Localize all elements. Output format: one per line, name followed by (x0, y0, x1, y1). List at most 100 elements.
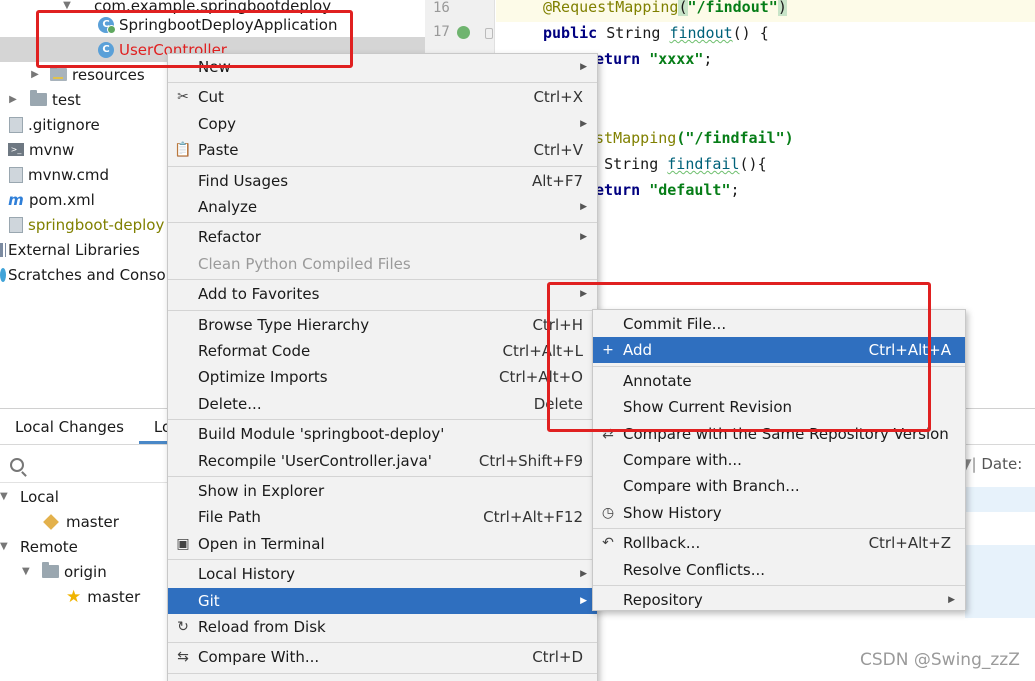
submenu-arrow-icon: ▶ (580, 118, 587, 129)
log-row[interactable] (965, 487, 1035, 512)
menu-item-label: Paste (198, 141, 239, 160)
code-line-23: return "default"; (586, 181, 740, 199)
menu-item-label: Resolve Conflicts... (623, 560, 766, 579)
menu-item-add-to-favorites[interactable]: Add to Favorites ▶ (168, 281, 597, 307)
menu-item-reformat-code[interactable]: Reformat Code Ctrl+Alt+L (168, 338, 597, 364)
menu-item-label: Delete... (198, 394, 262, 413)
menu-item-find-usages[interactable]: Find Usages Alt+F7 (168, 168, 597, 194)
resources-folder-icon (50, 65, 67, 81)
log-row[interactable] (965, 569, 1035, 594)
scratches-icon (0, 267, 6, 282)
menu-item-git[interactable]: Git ▶ (168, 587, 597, 614)
code-line-17: public String findout() { (543, 24, 769, 42)
menu-item-label: Open in Terminal (198, 534, 325, 553)
code-token: ; (730, 181, 740, 199)
tab-local-changes[interactable]: Local Changes (0, 418, 139, 444)
menu-item-resolve-conflicts[interactable]: Resolve Conflicts... (593, 557, 965, 583)
branch-group-local[interactable]: ▼ Local (0, 484, 59, 509)
date-column-header[interactable]: ▼| Date: (960, 455, 1022, 473)
string-token: "default" (649, 181, 731, 199)
menu-item-paste[interactable]: 📋 Paste Ctrl+V (168, 137, 597, 163)
branch-label: master (66, 512, 119, 531)
branch-group-remote[interactable]: ▼ Remote (0, 534, 78, 559)
code-line-22: c String findfail(){ (586, 155, 767, 173)
menu-item-compare-with-branch[interactable]: Compare with Branch... (593, 473, 965, 499)
menu-item-mark-directory-as[interactable]: Mark Directory as (168, 675, 597, 681)
menu-item-label: Clean Python Compiled Files (198, 254, 411, 273)
menu-item-reload-from-disk[interactable]: ↻ Reload from Disk (168, 614, 597, 640)
menu-item-clean-python-compiled-files[interactable]: Clean Python Compiled Files (168, 251, 597, 277)
chevron-right-icon[interactable]: ▶ (6, 94, 20, 105)
menu-item-shortcut: Ctrl+Alt+F12 (483, 508, 583, 527)
menu-item-optimize-imports[interactable]: Optimize Imports Ctrl+Alt+O (168, 364, 597, 390)
code-token: () { (732, 24, 769, 42)
rollback-icon: ↶ (602, 535, 614, 552)
string-token: "xxxx" (649, 50, 704, 68)
menu-item-cut[interactable]: ✂ Cut Ctrl+X (168, 84, 597, 110)
branch-group-origin[interactable]: ▼ origin (22, 559, 107, 584)
menu-separator (168, 672, 597, 674)
menu-item-copy[interactable]: Copy ▶ (168, 111, 597, 137)
tree-item-label: springboot-deploy (28, 215, 165, 234)
menu-item-label: Git (198, 591, 220, 610)
star-icon: ★ (66, 586, 82, 607)
menu-item-label: Show in Explorer (198, 482, 325, 500)
line-number: 17 (433, 24, 450, 40)
menu-item-label: Rollback... (623, 534, 701, 553)
file-icon (9, 116, 23, 133)
menu-item-rollback[interactable]: ↶ Rollback... Ctrl+Alt+Z (593, 530, 965, 556)
menu-separator (168, 279, 597, 281)
chevron-down-icon[interactable]: ▼ (0, 541, 14, 552)
branch-item-origin-master[interactable]: ★ master (66, 584, 140, 609)
menu-item-analyze[interactable]: Analyze ▶ (168, 194, 597, 220)
menu-item-compare-with[interactable]: ⇆ Compare With... Ctrl+D (168, 644, 597, 670)
menu-item-delete[interactable]: Delete... Delete (168, 391, 597, 417)
submenu-arrow-icon: ▶ (580, 232, 587, 243)
menu-item-local-history[interactable]: Local History ▶ (168, 561, 597, 587)
menu-item-compare-with[interactable]: Compare with... (593, 447, 965, 473)
submenu-arrow-icon: ▶ (948, 595, 955, 605)
watermark: CSDN @Swing_zzZ (860, 650, 1020, 670)
menu-item-label: Reformat Code (198, 342, 311, 360)
log-row[interactable] (965, 545, 1035, 570)
menu-item-label: File Path (198, 508, 261, 527)
menu-separator (168, 309, 597, 311)
menu-item-repository[interactable]: Repository ▶ (593, 587, 965, 613)
menu-separator (168, 559, 597, 561)
menu-item-build-module-springboot-deploy[interactable]: Build Module 'springboot-deploy' (168, 421, 597, 447)
code-line-18: return "xxxx"; (586, 50, 712, 68)
menu-item-open-in-terminal[interactable]: ▣ Open in Terminal (168, 531, 597, 557)
menu-item-label: Show History (623, 503, 722, 522)
menu-item-shortcut: Ctrl+Alt+Z (868, 534, 951, 553)
menu-item-label: Reload from Disk (198, 618, 326, 636)
string-token: "/findout" (687, 0, 778, 16)
tree-item-label: mvnw (29, 140, 75, 159)
menu-item-shortcut: Ctrl+Shift+F9 (478, 451, 583, 470)
branch-label: master (87, 587, 141, 606)
menu-item-label: Find Usages (198, 171, 289, 190)
chevron-down-icon[interactable]: ▼ (22, 566, 36, 577)
compare-icon: ⇆ (177, 649, 189, 666)
clipboard-icon: 📋 (174, 142, 192, 159)
menu-item-browse-type-hierarchy[interactable]: Browse Type Hierarchy Ctrl+H (168, 312, 597, 338)
menu-item-show-history[interactable]: ◷ Show History (593, 500, 965, 526)
log-row[interactable] (965, 593, 1035, 618)
branch-item-local-master[interactable]: master (43, 509, 119, 534)
menu-item-shortcut: Ctrl+V (533, 141, 583, 160)
tree-item-label: mvnw.cmd (28, 165, 110, 184)
folder-icon (42, 562, 59, 578)
method-name-token: findout (669, 24, 733, 42)
branch-search-input[interactable] (0, 447, 170, 483)
menu-item-show-in-explorer[interactable]: Show in Explorer (168, 478, 597, 504)
fold-icon[interactable] (485, 28, 493, 39)
menu-item-label: Build Module 'springboot-deploy' (198, 425, 445, 444)
menu-item-file-path[interactable]: File Path Ctrl+Alt+F12 (168, 504, 597, 530)
menu-item-refactor[interactable]: Refactor ▶ (168, 224, 597, 250)
chevron-right-icon[interactable]: ▶ (28, 69, 42, 80)
menu-separator (168, 82, 597, 84)
chevron-down-icon[interactable]: ▼ (0, 491, 14, 502)
code-token: (){ (739, 155, 767, 173)
menu-item-recompile-usercontroller-java[interactable]: Recompile 'UserController.java' Ctrl+Shif… (168, 448, 597, 474)
run-gutter-icon[interactable] (457, 26, 470, 39)
menu-separator (593, 585, 965, 586)
